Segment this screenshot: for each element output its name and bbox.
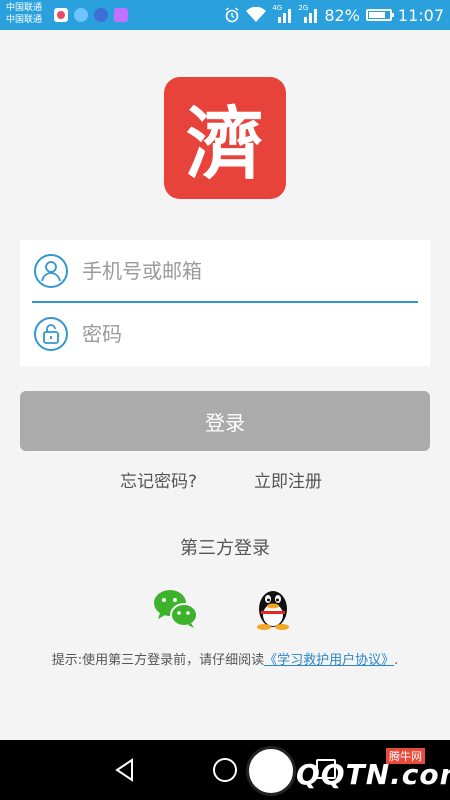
status-bar: 中国联通 中国联通 4G 2G 82% 11:07 [0,0,450,30]
wechat-icon [154,590,198,628]
phone-email-input[interactable] [82,252,412,290]
battery-level [368,12,386,18]
forgot-password-link[interactable]: 忘记密码? [120,467,197,492]
carrier-2: 中国联通 [6,15,43,25]
notification-icons [54,8,128,22]
agreement-prefix: 提示:使用第三方登录前，请仔细阅读 [51,653,265,668]
notification-app-icon [54,8,68,22]
watermark-logo-icon [246,746,296,796]
qq-login-button[interactable] [254,585,292,631]
back-icon[interactable] [114,758,136,782]
clock: 11:07 [397,5,444,25]
watermark-text: QQTN.com [296,758,450,791]
wechat-login-button[interactable] [153,587,199,629]
signal-icon [278,9,292,23]
watermark-tag: 腾牛网 [386,748,425,764]
login-button[interactable]: 登录 [20,391,430,451]
signal-4g: 4G [272,4,292,23]
alarm-icon [225,7,239,23]
carrier-1: 中国联通 [6,3,43,13]
logo-glyph: 濟 [185,99,264,190]
phone-field-row [20,240,430,303]
notification-app-icon [114,8,128,22]
password-field-row [20,303,430,366]
agreement-note: 提示:使用第三方登录前，请仔细阅读《学习救护用户协议》. [0,649,450,668]
notification-app-icon [94,8,108,22]
agreement-suffix: . [394,653,399,668]
battery-percent: 82% [324,5,360,25]
carrier-info: 中国联通 中国联通 [6,2,42,26]
third-party-login-title: 第三方登录 [180,538,270,559]
register-link[interactable]: 立即注册 [254,467,322,492]
watermark: QQTN.com 腾牛网 [246,746,450,798]
battery-icon [365,9,394,21]
notification-app-icon [74,8,88,22]
lock-icon [34,317,68,351]
qq-icon [257,591,289,630]
app-logo: 濟 [164,77,286,199]
password-input[interactable] [82,315,412,353]
wifi-icon [246,7,267,22]
login-form [20,240,430,366]
signal-icon [304,9,318,23]
signal-2g: 2G [298,4,318,23]
user-icon [34,254,68,288]
home-icon[interactable] [213,758,237,782]
user-agreement-link[interactable]: 《学习救护用户协议》 [264,653,394,668]
status-indicators: 4G 2G 82% 11:07 [224,0,444,30]
